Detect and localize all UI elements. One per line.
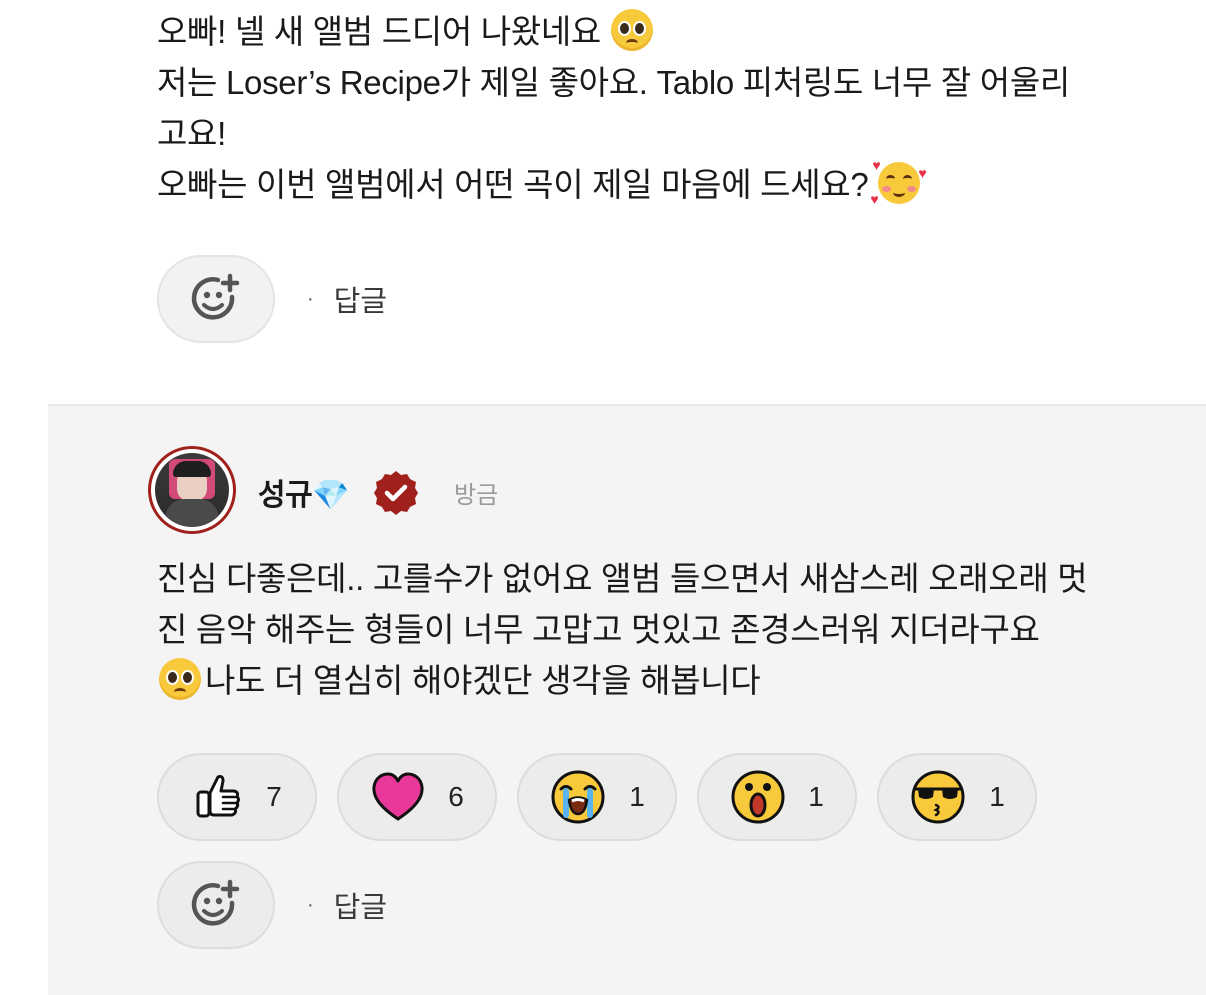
avatar[interactable]	[148, 446, 236, 534]
reaction-sunglasses[interactable]: 1	[877, 753, 1037, 841]
heart-icon	[372, 772, 424, 821]
reaction-count: 7	[266, 781, 282, 812]
reaction-count: 6	[448, 781, 464, 812]
surprised-face-icon	[731, 770, 785, 824]
smiling-face-with-hearts-icon: ♥ ♥ ♥	[870, 157, 927, 207]
post-line-1: 오빠! 넬 새 앨범 드디어 나왔네요	[157, 13, 601, 50]
reply-text: 진심 다좋은데.. 고를수가 없어요 앨범 들으면서 새삼스레 오래오래 멋 진…	[157, 553, 1167, 706]
separator-dot: ·	[307, 893, 314, 916]
pleading-face-emoji-icon	[159, 658, 201, 700]
reaction-thumbs-up[interactable]: 7	[157, 753, 317, 841]
add-emoji-icon	[191, 273, 240, 320]
username[interactable]: 성규💎	[258, 470, 350, 514]
reaction-count: 1	[808, 781, 824, 812]
timestamp: 방금	[454, 482, 499, 509]
add-reaction-button[interactable]	[157, 861, 275, 949]
reply-actions: · 답글	[157, 861, 387, 949]
verified-badge-icon	[374, 471, 418, 515]
avatar-image	[155, 453, 229, 527]
post-line-4: 오빠는 이번 앨범에서 어떤 곡이 제일 마음에 드세요?	[157, 166, 869, 203]
reaction-crying[interactable]: 1	[517, 753, 677, 841]
reaction-heart[interactable]: 6	[337, 753, 497, 841]
post-text: 오빠! 넬 새 앨범 드디어 나왔네요 저는 Loser’s Recipe가 제…	[157, 6, 1167, 210]
reply-button[interactable]: 답글	[334, 278, 387, 320]
add-reaction-button[interactable]	[157, 255, 275, 343]
post-line-2: 저는 Loser’s Recipe가 제일 좋아요. Tablo 피처링도 너무…	[157, 64, 1070, 101]
sunglasses-face-icon	[911, 770, 965, 824]
reaction-count: 1	[629, 781, 645, 812]
reply-line-1: 진심 다좋은데.. 고를수가 없어요 앨범 들으면서 새삼스레 오래오래 멋	[157, 560, 1088, 597]
pleading-face-emoji-icon	[611, 9, 653, 51]
post-actions: · 답글	[157, 255, 387, 343]
reply-line-2: 진 음악 해주는 형들이 너무 고맙고 멋있고 존경스러워 지더라구요	[157, 611, 1040, 648]
post-line-3: 고요!	[157, 115, 226, 152]
reaction-bar: 7 6 1 1 1	[157, 753, 1037, 841]
crying-face-icon	[551, 770, 605, 824]
reaction-count: 1	[989, 781, 1005, 812]
add-emoji-icon	[191, 879, 240, 926]
reply-button[interactable]: 답글	[334, 884, 387, 926]
reply-line-3: 나도 더 열심히 해야겠단 생각을 해봅니다	[205, 662, 761, 699]
separator-dot: ·	[307, 287, 314, 310]
reaction-surprised[interactable]: 1	[697, 753, 857, 841]
thumbs-up-icon	[196, 775, 241, 818]
